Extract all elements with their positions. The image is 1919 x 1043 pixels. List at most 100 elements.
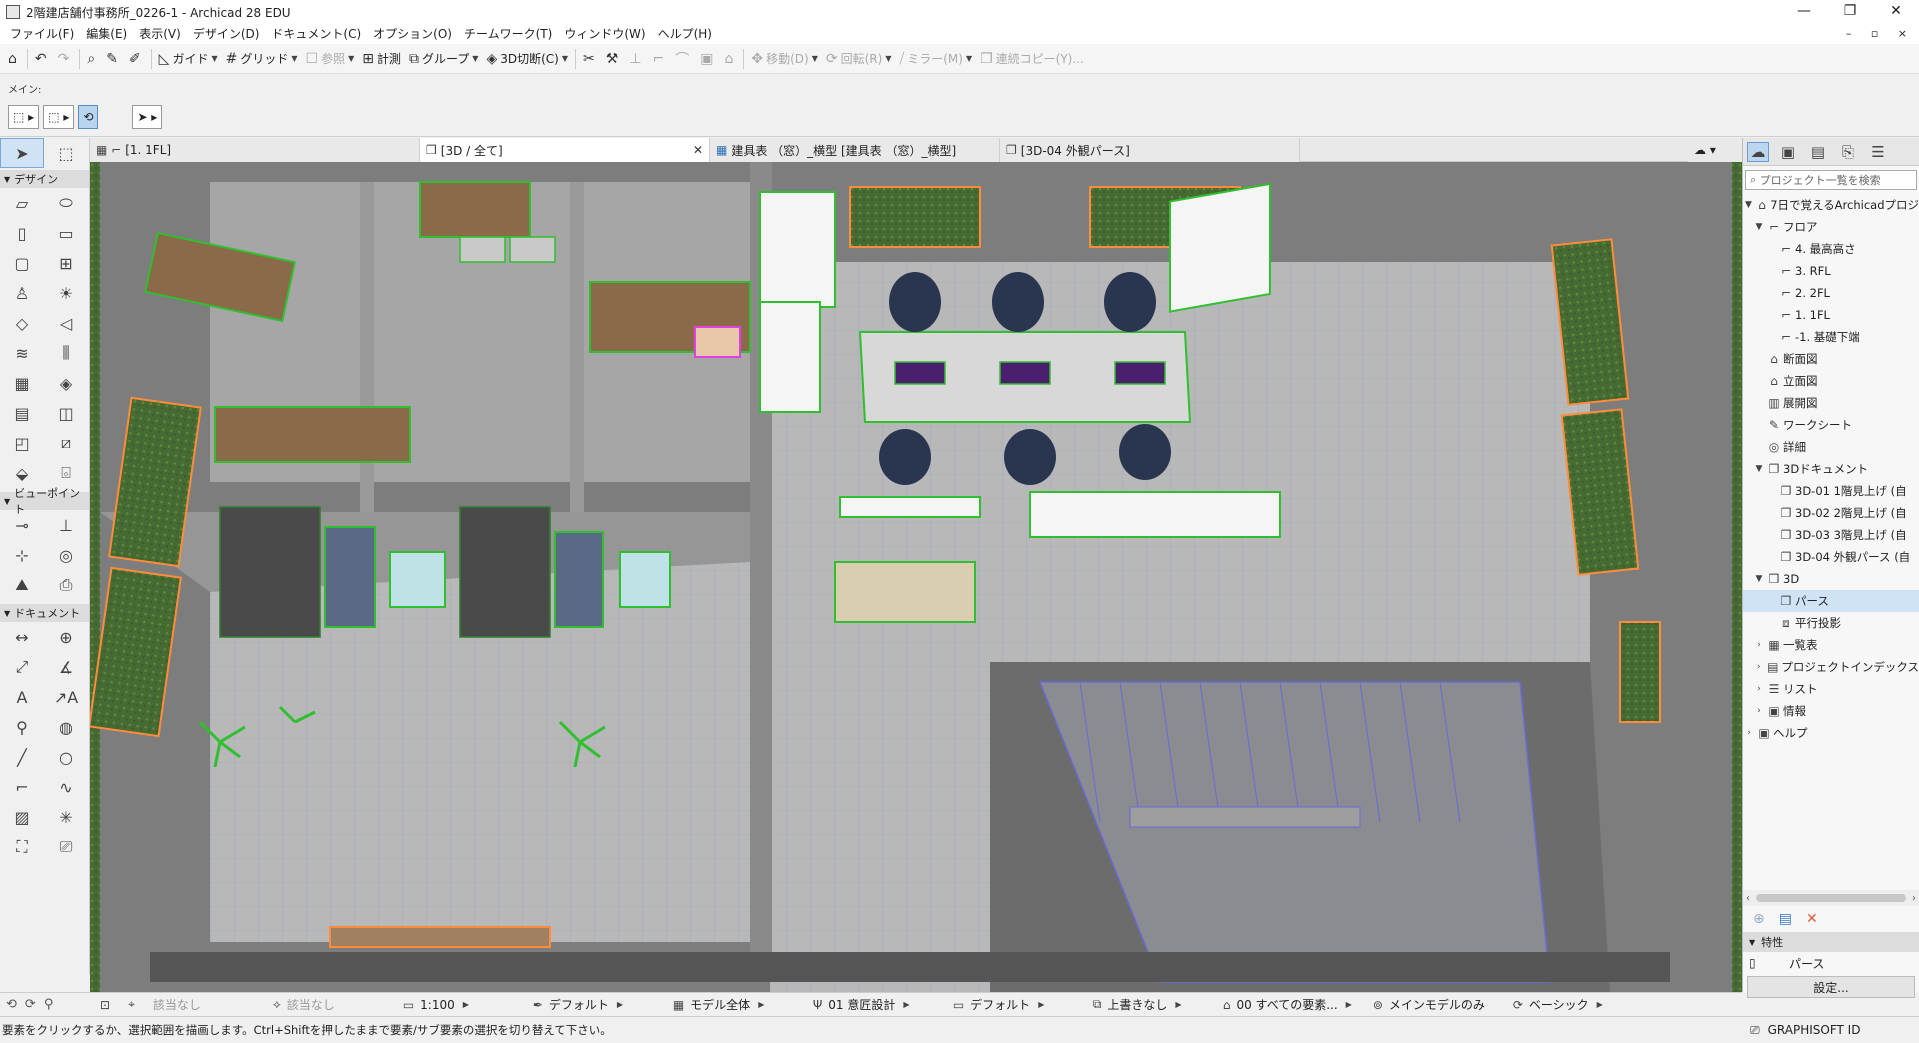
menu-help[interactable]: ヘルプ(H) [652,24,718,44]
label-tool[interactable]: ↗A [44,682,88,712]
close-tab-icon[interactable]: ✕ [693,143,703,157]
na-selector-1[interactable]: 該当なし [147,993,267,1017]
drawing-tool[interactable]: ⎚ [44,832,88,862]
arrow-select-button[interactable]: ➤ ▸ [132,105,163,129]
renovation-selector[interactable]: ⌂ 00 すべての要素... ▶ [1217,993,1367,1017]
group-button[interactable]: ⧉ グループ ▼ [405,47,482,71]
navigator-menu-icon[interactable]: ☰ [1867,143,1889,161]
tree-floor-b1[interactable]: ⌐ -1. 基礎下端 [1743,326,1919,348]
toolbox-viewpoint-header[interactable]: ▼ ビューポイント [0,487,89,516]
toolbox-document-header[interactable]: ▼ ドキュメント [0,604,89,622]
project-map-icon[interactable]: ☁ [1747,141,1769,162]
offset-button[interactable]: ⌒ [671,47,696,71]
3d-viewport[interactable] [90,162,1742,992]
intersect-button[interactable]: ⊥ [625,47,648,71]
equipment-tool[interactable]: ⌺ [44,458,88,488]
level-dimension-tool[interactable]: ⤢ [0,652,44,682]
tree-project-index[interactable]: › ▤ プロジェクトインデックス [1743,656,1919,678]
marquee-tool[interactable]: ⬚ [44,138,88,168]
tree-schedules[interactable]: › ▦ 一覧表 [1743,634,1919,656]
structure-selector[interactable]: ▭ デフォルト ▶ [947,993,1087,1017]
toolbox-design-header[interactable]: ▼ デザイン [0,170,89,188]
trim-button[interactable]: ✂ [579,47,602,71]
close-button[interactable]: ✕ [1873,0,1919,24]
reference-button[interactable]: ☐ 参照 ▼ [302,47,359,71]
detail-tool[interactable]: ⛰ [0,570,44,600]
tab-list-button[interactable]: ☁ ▾ [1688,138,1742,162]
tab-3d[interactable]: ❒ [3D / 全て] ✕ [420,138,710,162]
column-tool[interactable]: ▯ [0,218,44,248]
project-search-input[interactable]: ⌕ プロジェクト一覧を検索 [1745,170,1917,190]
tree-3d-doc-4[interactable]: ❐ 3D-04 外観パース (自 [1743,546,1919,568]
eyedropper-button[interactable]: ✎ [102,47,125,71]
polyline-tool[interactable]: ⌐ [0,772,44,802]
tab-3d-document[interactable]: ❐ [3D-04 外観パース] [1000,138,1300,162]
tree-3d-doc-2[interactable]: ❐ 3D-02 2階見上げ (自 [1743,502,1919,524]
measure-button[interactable]: ⊞ 計測 [358,47,405,71]
opening-tool[interactable]: ⧄ [44,428,88,458]
menu-window[interactable]: ウィンドウ(W) [558,24,651,44]
find-select-button[interactable]: ⌕ [83,47,102,71]
menu-file[interactable]: ファイル(F) [4,24,80,44]
redo-button[interactable]: ↷ [54,47,77,71]
stair-tool[interactable]: ≋ [0,338,44,368]
tree-3d-doc-3[interactable]: ❐ 3D-03 3階見上げ (自 [1743,524,1919,546]
roof-button[interactable]: ⌂ [720,47,740,71]
interior-elevation-tool[interactable]: ⊹ [0,540,44,570]
tree-axonometry[interactable]: ⧈ 平行投影 [1743,612,1919,634]
pen-set-selector[interactable]: ✒ デフォルト ▶ [527,993,667,1017]
explode-button[interactable]: ▣ [696,47,720,71]
rotate-button[interactable]: ⟳ 回転(R) ▼ [822,47,896,71]
scale-selector[interactable]: ▭ 1:100 ▶ [397,993,527,1017]
mvo-selector[interactable]: ⊚ メインモデルのみ [1367,993,1507,1017]
tree-root[interactable]: ▼ ⌂ 7日で覚えるArchicadプロジ [1743,194,1919,216]
tree-elevations[interactable]: ⌂ 立面図 [1743,370,1919,392]
object-tool[interactable]: ♙ [0,278,44,308]
line-tool[interactable]: ╱ [0,742,44,772]
zoom-icon[interactable]: ⚲ [44,997,54,1012]
fillet-button[interactable]: ⌐ [649,47,672,71]
zoom-fit-button[interactable]: ⊡ [94,993,122,1017]
override-selector[interactable]: ⧉ 上書きなし ▶ [1087,993,1217,1017]
grid-button[interactable]: # グリッド ▼ [222,47,302,71]
menu-design[interactable]: デザイン(D) [187,24,266,44]
scroll-left-icon[interactable]: ‹ [1746,893,1750,904]
zone-tool[interactable]: ▤ [0,398,44,428]
doc-window-controls[interactable]: – ▫ × [1846,24,1915,44]
worksheet-tool[interactable]: ◎ [44,540,88,570]
minimize-button[interactable]: — [1781,0,1827,24]
hatch-tool[interactable]: ▨ [0,802,44,832]
wall-tool[interactable]: ▱ [0,188,44,218]
marquee-mode-button[interactable]: ⟲ [78,105,99,129]
guide-button[interactable]: ◺ ガイド ▼ [155,47,222,71]
menu-edit[interactable]: 編集(E) [80,24,133,44]
grid-element-tool[interactable]: ⊕ [44,622,88,652]
tab-schedule[interactable]: ▦ 建具表 （窓）_横型 [建具表 （窓）_横型] [710,138,1000,162]
angle-dimension-tool[interactable]: ∡ [44,652,88,682]
navigator-scrollbar[interactable]: ‹ › [1743,890,1919,906]
mirror-button[interactable]: ⧸ ミラー(M) ▼ [895,47,976,71]
undo-button[interactable]: ↶ [31,47,54,71]
pan-icon[interactable]: ⟳ [25,997,36,1012]
home-button[interactable]: ⌂ [4,47,24,71]
dimension-tool[interactable]: ↔ [0,622,44,652]
mesh-tool[interactable]: ▦ [0,368,44,398]
model-view-selector[interactable]: ▦ モデル全体 ▶ [667,993,807,1017]
menu-document[interactable]: ドキュメント(C) [265,24,367,44]
arrow-tool[interactable]: ➤ [0,138,44,168]
tree-floors[interactable]: ▼ ⌐ フロア [1743,216,1919,238]
selection-method-button[interactable]: ⬚ ▸ [8,105,40,129]
maximize-button[interactable]: ❐ [1827,0,1873,24]
spline-tool[interactable]: ∿ [44,772,88,802]
tree-lists[interactable]: › ☰ リスト [1743,678,1919,700]
tree-help[interactable]: › ▣ ヘルプ [1743,722,1919,744]
new-view-icon[interactable]: ⊕ [1753,911,1765,927]
morph-tool[interactable]: ◈ [44,368,88,398]
tree-3d-doc-1[interactable]: ❐ 3D-01 1階見上げ (自 [1743,480,1919,502]
tab-floor-plan[interactable]: ▦ ⌐ [1. 1FL] [90,138,420,162]
adjust-button[interactable]: ⚒ [602,47,626,71]
shell-tool[interactable]: ◫ [44,398,88,428]
camera-tool[interactable]: ⎙ [44,570,88,600]
settings-button[interactable]: 設定... [1747,976,1915,998]
3d-model-view[interactable] [90,162,1742,992]
